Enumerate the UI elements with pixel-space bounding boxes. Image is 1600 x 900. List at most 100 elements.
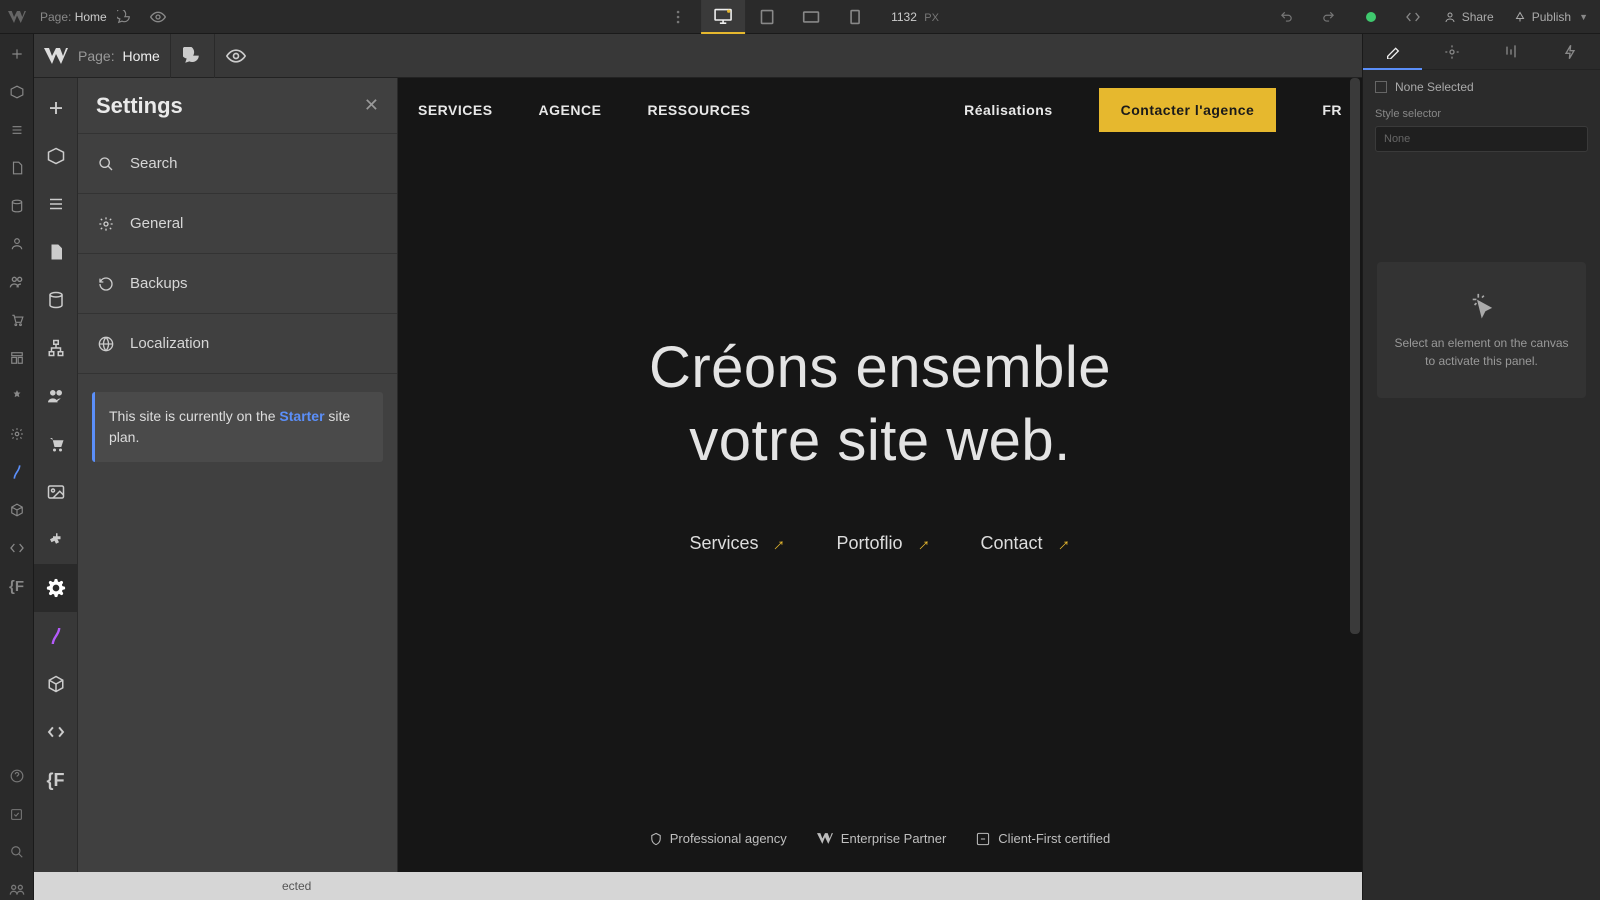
plan-notice: This site is currently on the Starter si… — [92, 392, 383, 462]
nav-agence[interactable]: AGENCE — [539, 102, 602, 118]
editor-preview-icon[interactable] — [214, 34, 258, 78]
webflow-logo-icon[interactable] — [0, 0, 34, 34]
tablet-landscape-device-icon[interactable] — [789, 0, 833, 34]
none-selected-label: None Selected — [1395, 80, 1474, 94]
editor-comment-icon[interactable] — [170, 34, 214, 78]
add-icon[interactable] — [7, 44, 27, 64]
close-icon[interactable]: ✕ — [364, 95, 379, 116]
users-icon[interactable] — [7, 272, 27, 292]
editor-flow-icon[interactable] — [34, 612, 78, 660]
template-icon[interactable] — [7, 348, 27, 368]
settings-header: Settings ✕ — [78, 78, 397, 134]
editor-page-indicator[interactable]: Page: Home — [78, 48, 160, 64]
box-icon[interactable] — [7, 82, 27, 102]
settings-title: Settings — [96, 93, 183, 119]
editor-variables-icon[interactable]: {F — [34, 756, 78, 804]
code-export-icon[interactable] — [1396, 0, 1430, 34]
arrow-icon: → — [908, 530, 936, 558]
database-icon[interactable] — [7, 196, 27, 216]
share-button[interactable]: Share — [1438, 6, 1500, 28]
editor-cube-icon[interactable] — [34, 660, 78, 708]
undo-icon[interactable] — [1270, 0, 1304, 34]
app-left-toolbar: {F — [0, 34, 34, 900]
chevron-down-icon: ▼ — [1579, 12, 1588, 22]
editor-statusbar: ected — [34, 872, 1362, 900]
editor-page-icon[interactable] — [34, 228, 78, 276]
embed-icon[interactable] — [7, 538, 27, 558]
gear-icon — [96, 214, 116, 234]
more-icon[interactable] — [661, 0, 695, 34]
editor-settings-icon[interactable] — [34, 564, 78, 612]
checkbox-icon[interactable] — [1375, 81, 1387, 93]
desktop-device-icon[interactable] — [701, 0, 745, 34]
tab-interactions[interactable] — [1482, 34, 1541, 70]
page-icon[interactable] — [7, 158, 27, 178]
team-icon[interactable] — [7, 880, 27, 900]
help-icon[interactable] — [7, 766, 27, 786]
nav-ressources[interactable]: RESSOURCES — [647, 102, 750, 118]
plugin-icon[interactable] — [7, 386, 27, 406]
comment-icon[interactable] — [107, 0, 141, 34]
flow-icon[interactable] — [7, 462, 27, 482]
editor-plugin-icon[interactable] — [34, 516, 78, 564]
editor-embed-icon[interactable] — [34, 708, 78, 756]
editor-box-icon[interactable] — [34, 132, 78, 180]
page-indicator[interactable]: Page: Home — [40, 10, 107, 24]
editor-database-icon[interactable] — [34, 276, 78, 324]
cube-icon[interactable] — [7, 500, 27, 520]
settings-item-search[interactable]: Search — [78, 134, 397, 194]
settings-item-label: Search — [130, 155, 178, 172]
tab-effects[interactable] — [1541, 34, 1600, 70]
editor-image-icon[interactable] — [34, 468, 78, 516]
tab-style[interactable] — [1363, 34, 1422, 70]
canvas[interactable]: SERVICES AGENCE RESSOURCES Réalisations … — [398, 78, 1362, 872]
variables-icon[interactable]: {F — [7, 576, 27, 596]
editor-list-icon[interactable] — [34, 180, 78, 228]
redo-icon[interactable] — [1312, 0, 1346, 34]
arrow-icon: → — [764, 530, 792, 558]
settings-item-localization[interactable]: Localization — [78, 314, 397, 374]
tab-settings[interactable] — [1422, 34, 1481, 70]
mobile-device-icon[interactable] — [833, 0, 877, 34]
style-selector-input[interactable]: None — [1375, 126, 1588, 152]
publish-button[interactable]: Publish ▼ — [1508, 6, 1594, 28]
canvas-scrollbar[interactable] — [1350, 78, 1360, 872]
nav-services[interactable]: SERVICES — [418, 102, 493, 118]
editor-users-icon[interactable] — [34, 372, 78, 420]
editor-add-icon[interactable] — [34, 84, 78, 132]
empty-msg-line1: Select an element on the canvas — [1394, 336, 1568, 350]
nav-lang[interactable]: FR — [1322, 102, 1342, 118]
hero-link-contact[interactable]: Contact→ — [981, 533, 1071, 554]
editor-cart-icon[interactable] — [34, 420, 78, 468]
hero-link-label: Services — [689, 533, 758, 554]
webflow-editor-logo-icon[interactable] — [34, 34, 78, 78]
status-ok-icon[interactable] — [1354, 0, 1388, 34]
editor-sitemap-icon[interactable] — [34, 324, 78, 372]
site-preview: SERVICES AGENCE RESSOURCES Réalisations … — [398, 78, 1362, 872]
settings-item-label: General — [130, 215, 183, 232]
plan-link[interactable]: Starter — [279, 408, 324, 424]
empty-msg-line2: to activate this panel. — [1425, 354, 1538, 368]
tablet-device-icon[interactable] — [745, 0, 789, 34]
preview-icon[interactable] — [141, 0, 175, 34]
list-icon[interactable] — [7, 120, 27, 140]
style-selector-label: Style selector — [1375, 108, 1588, 120]
hero-link-services[interactable]: Services→ — [689, 533, 786, 554]
settings-item-backups[interactable]: Backups — [78, 254, 397, 314]
nav-realisations[interactable]: Réalisations — [964, 102, 1052, 118]
settings-gear-icon[interactable] — [7, 424, 27, 444]
canvas-width-value: 1132 — [891, 10, 917, 24]
hero-line1: Créons ensemble — [649, 335, 1111, 400]
search-icon — [96, 154, 116, 174]
badge-enterprise: Enterprise Partner — [817, 831, 947, 846]
settings-item-label: Backups — [130, 275, 188, 292]
checkbox-icon[interactable] — [7, 804, 27, 824]
badge-label: Professional agency — [670, 831, 787, 846]
settings-item-general[interactable]: General — [78, 194, 397, 254]
search-bottom-icon[interactable] — [7, 842, 27, 862]
none-selected-row: None Selected — [1375, 80, 1588, 94]
nav-cta-button[interactable]: Contacter l'agence — [1099, 88, 1277, 132]
hero-link-portfolio[interactable]: Portoflio→ — [836, 533, 930, 554]
cart-icon[interactable] — [7, 310, 27, 330]
person-icon[interactable] — [7, 234, 27, 254]
